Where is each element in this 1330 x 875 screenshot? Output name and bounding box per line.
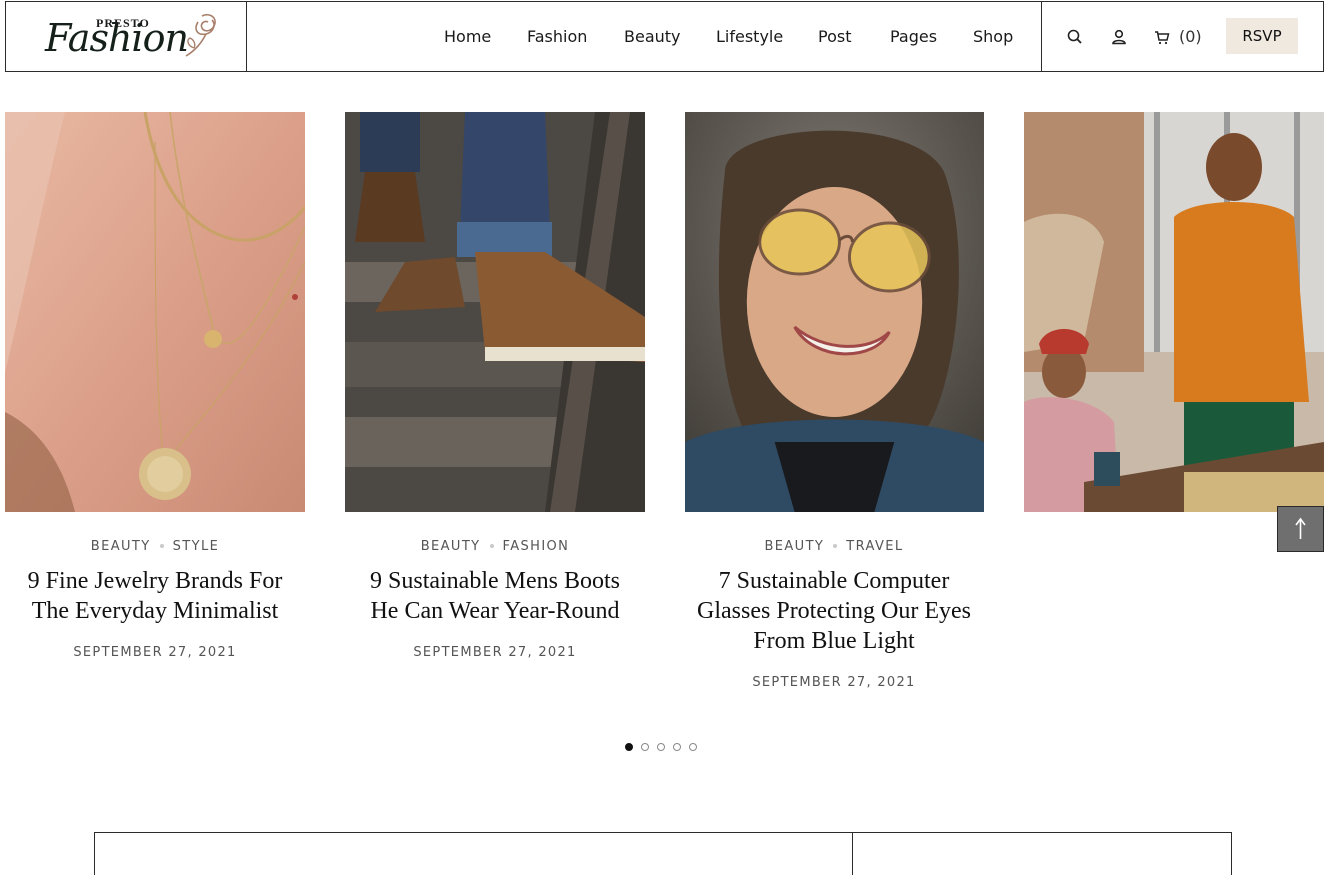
rsvp-button[interactable]: RSVP [1226,18,1298,54]
category-link[interactable]: BEAUTY [764,539,824,554]
post-title-line: Glasses Protecting Our Eyes [697,598,971,624]
pagination-dot[interactable] [673,743,681,751]
post-title[interactable]: 7 Sustainable Computer Glasses Protectin… [679,566,989,656]
category-link[interactable]: TRAVEL [846,539,903,554]
separator-dot [833,543,838,548]
post-image-boots[interactable] [345,112,645,512]
separator-dot [489,543,494,548]
post-image-jewelry[interactable] [5,112,305,512]
search-icon[interactable] [1066,28,1084,46]
necklace-photo [5,112,305,512]
logo-small-text: PRESTO [96,16,150,30]
post-date: SEPTEMBER 27, 2021 [413,645,577,660]
user-icon[interactable] [1110,28,1128,46]
pagination-dot[interactable] [641,743,649,751]
slider-pagination [625,743,697,751]
separator-dot [159,543,164,548]
bottom-divider [852,832,853,875]
nav-lifestyle[interactable]: Lifestyle [716,27,783,46]
post-title[interactable]: 9 Fine Jewelry Brands For The Everyday M… [5,566,305,626]
header-tools: (0) RSVP [1042,2,1323,71]
nav-shop[interactable]: Shop [973,27,1013,46]
main-nav: Home Fashion Beauty Lifestyle Post Pages… [247,2,1042,71]
scroll-to-top-button[interactable] [1277,506,1324,552]
post-categories: BEAUTY STYLE [5,539,305,554]
post-title-line: 7 Sustainable Computer [718,568,950,594]
nav-fashion[interactable]: Fashion [527,27,587,46]
post-title-line: 9 Fine Jewelry Brands For [27,568,283,594]
post-date: SEPTEMBER 27, 2021 [752,675,916,690]
nav-home[interactable]: Home [444,27,491,46]
group-photo [1024,112,1324,512]
glasses-photo [685,112,984,512]
post-title[interactable]: 9 Sustainable Mens Boots He Can Wear Yea… [345,566,645,626]
post-title-line: He Can Wear Year-Round [370,598,620,624]
pagination-dot[interactable] [689,743,697,751]
boots-photo [345,112,645,512]
post-title-line: From Blue Light [753,628,915,654]
nav-pages[interactable]: Pages [890,27,937,46]
nav-post[interactable]: Post [818,27,851,46]
post-image-group[interactable] [1024,112,1324,512]
cart-count[interactable]: (0) [1179,27,1202,46]
pagination-dot[interactable] [625,743,633,751]
post-categories: BEAUTY TRAVEL [684,539,984,554]
category-link[interactable]: BEAUTY [91,539,151,554]
post-image-glasses[interactable] [685,112,984,512]
site-header: Fashion PRESTO Home Fashion Beauty Lifes… [5,1,1324,72]
pagination-dot[interactable] [657,743,665,751]
post-categories: BEAUTY FASHION [345,539,645,554]
cart-icon[interactable] [1153,28,1171,46]
logo[interactable]: Fashion PRESTO [6,2,247,71]
rose-icon [185,13,216,57]
category-link[interactable]: STYLE [173,539,220,554]
post-title-line: 9 Sustainable Mens Boots [370,568,620,594]
category-link[interactable]: FASHION [503,539,570,554]
post-title-line: The Everyday Minimalist [31,598,279,624]
bottom-section [94,832,1232,875]
arrow-up-icon [1295,517,1306,539]
nav-beauty[interactable]: Beauty [624,27,681,46]
category-link[interactable]: BEAUTY [421,539,481,554]
post-date: SEPTEMBER 27, 2021 [73,645,237,660]
